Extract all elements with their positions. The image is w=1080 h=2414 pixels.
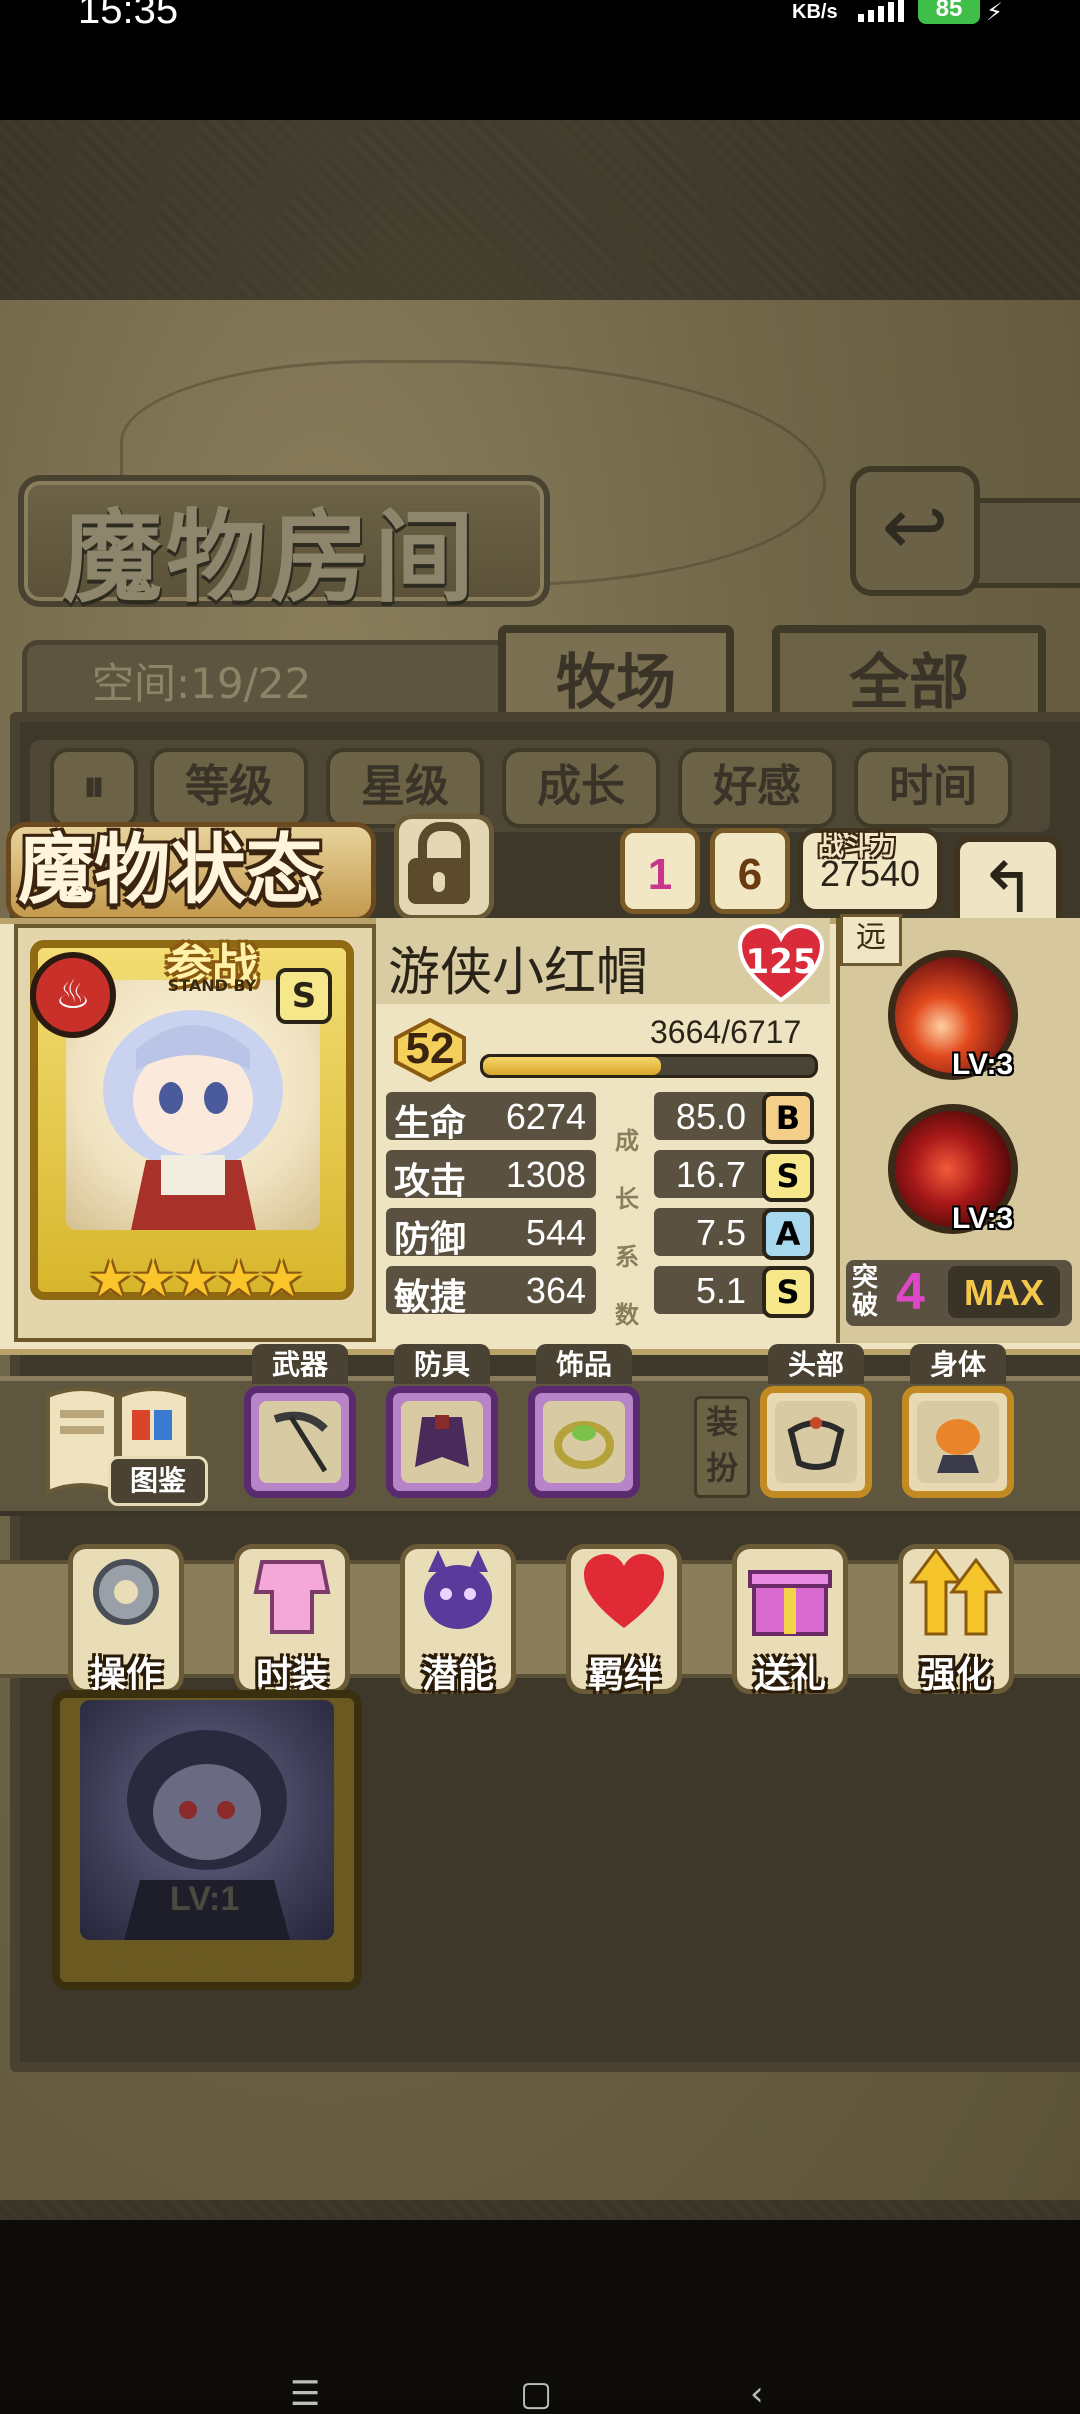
status-title: 魔物状态 bbox=[18, 825, 322, 914]
accessory-slot[interactable] bbox=[528, 1386, 640, 1498]
bond-value: 1 bbox=[620, 828, 700, 914]
stat-name: 防御 bbox=[394, 1218, 467, 1260]
header-strip bbox=[966, 498, 1080, 588]
demon-icon bbox=[424, 1550, 492, 1629]
pumpkin-icon bbox=[936, 1419, 980, 1473]
monster-list-level: LV:1 bbox=[170, 1880, 240, 1918]
stat-value: 1308 bbox=[505, 1154, 586, 1195]
return-icon[interactable]: ↩ bbox=[850, 466, 980, 596]
home-icon[interactable]: ▢ bbox=[520, 2374, 552, 2414]
fire-element-icon: ♨ bbox=[30, 952, 116, 1038]
armor-slot[interactable] bbox=[386, 1386, 498, 1498]
stat-row-attack: 攻击 1308 bbox=[386, 1150, 596, 1202]
head-slot-label: 头部 bbox=[768, 1344, 864, 1384]
recents-icon[interactable]: ☰ bbox=[290, 2374, 320, 2414]
breakthrough-value: 4 bbox=[896, 1263, 925, 1321]
star-rating: ★★★★★ bbox=[87, 1250, 304, 1308]
gear-icon bbox=[93, 1559, 159, 1625]
enhance-button[interactable]: 强化 bbox=[890, 1536, 1022, 1696]
outfit-button[interactable]: 时装 bbox=[226, 1536, 358, 1696]
space-counter: 空间:19/22 bbox=[92, 659, 312, 708]
upgrade-arrows-icon bbox=[909, 1547, 1003, 1636]
action-label: 羁绊 bbox=[587, 1654, 660, 1696]
growth-label-char: 系 bbox=[615, 1243, 639, 1271]
grade-badge: A bbox=[762, 1208, 814, 1260]
growth-label: 成 长 系 数 bbox=[612, 1112, 642, 1344]
body-slot[interactable] bbox=[902, 1386, 1014, 1498]
cloak-icon bbox=[415, 1415, 469, 1467]
stat-name: 敏捷 bbox=[394, 1276, 467, 1318]
monster-name: 游侠小红帽 bbox=[388, 943, 649, 1003]
weapon-slot[interactable] bbox=[244, 1386, 356, 1498]
grade-badge: S bbox=[762, 1266, 814, 1318]
growth-label-char: 长 bbox=[615, 1185, 639, 1213]
bond-button[interactable]: 羁绊 bbox=[558, 1536, 690, 1696]
stat-name: 攻击 bbox=[394, 1160, 467, 1202]
potential-value: 6 bbox=[710, 828, 790, 914]
sickle-icon bbox=[273, 1411, 328, 1473]
body-slot-label: 身体 bbox=[910, 1344, 1006, 1384]
lock-keyhole bbox=[433, 872, 445, 892]
action-label: 强化 bbox=[919, 1654, 992, 1696]
stat-value: 6274 bbox=[505, 1096, 586, 1137]
action-label: 送礼 bbox=[753, 1654, 826, 1696]
exp-text: 3664/6717 bbox=[650, 1014, 802, 1050]
action-label: 潜能 bbox=[421, 1654, 494, 1696]
combat-power-label: 战斗力 bbox=[818, 832, 897, 862]
exp-bar-fill bbox=[483, 1057, 661, 1075]
gift-button[interactable]: 送礼 bbox=[724, 1536, 856, 1696]
armor-slot-label: 防具 bbox=[394, 1344, 490, 1384]
growth-value: 7.5 bbox=[695, 1212, 746, 1253]
grade-badge: B bbox=[762, 1092, 814, 1144]
signal-icon bbox=[858, 0, 904, 22]
stat-value: 364 bbox=[525, 1270, 586, 1311]
stat-row-agility: 敏捷 364 bbox=[386, 1266, 596, 1318]
potential-button[interactable]: 潜能 bbox=[392, 1536, 524, 1696]
affection-value: 125 bbox=[745, 942, 817, 982]
headband-icon bbox=[787, 1417, 845, 1470]
growth-value: 16.7 bbox=[675, 1154, 746, 1195]
rank-badge: S bbox=[276, 968, 332, 1024]
hearts-icon bbox=[584, 1554, 664, 1628]
ring-icon bbox=[554, 1421, 614, 1469]
monster-level: 52 bbox=[405, 1024, 455, 1073]
charging-icon: ⚡ bbox=[986, 0, 1003, 26]
accessory-slot-label: 饰品 bbox=[536, 1344, 632, 1384]
outfit-icon bbox=[253, 1560, 331, 1634]
stat-name: 生命 bbox=[394, 1102, 467, 1144]
sort-time-button[interactable]: 时间 bbox=[854, 748, 1012, 828]
stat-row-defense: 防御 544 bbox=[386, 1208, 596, 1260]
weapon-slot-label: 武器 bbox=[252, 1344, 348, 1384]
growth-value: 85.0 bbox=[675, 1096, 746, 1137]
sort-affection-button[interactable]: 好感 bbox=[678, 748, 836, 828]
range-tag: 远 bbox=[840, 914, 902, 966]
monster-list-stars: ★★★★★ bbox=[103, 1930, 311, 1984]
status-time: 15:35 bbox=[78, 0, 179, 32]
head-slot[interactable] bbox=[760, 1386, 872, 1498]
growth-label-char: 成 bbox=[615, 1127, 639, 1155]
stat-row-hp: 生命 6274 bbox=[386, 1092, 596, 1144]
breakthrough-label: 突破 bbox=[852, 1263, 879, 1321]
back-nav-icon[interactable]: ‹ bbox=[750, 2374, 764, 2414]
skill-2-level: LV:3 bbox=[952, 1202, 1014, 1235]
growth-label-char: 数 bbox=[615, 1301, 639, 1329]
max-badge: MAX bbox=[948, 1266, 1060, 1318]
gift-icon bbox=[748, 1570, 832, 1636]
encyclopedia-button[interactable]: 图鉴 bbox=[108, 1456, 208, 1506]
battery-indicator: 85 bbox=[918, 0, 980, 24]
dressup-label: 装扮 bbox=[694, 1396, 750, 1498]
operate-button[interactable]: 操作 bbox=[60, 1536, 192, 1696]
skill-1-level: LV:3 bbox=[952, 1048, 1014, 1081]
sort-growth-button[interactable]: 成长 bbox=[502, 748, 660, 828]
navigation-bar bbox=[0, 2220, 1080, 2400]
grade-badge: S bbox=[762, 1150, 814, 1202]
room-title: 魔物房间 bbox=[62, 498, 478, 616]
stat-value: 544 bbox=[525, 1212, 586, 1253]
growth-value: 5.1 bbox=[695, 1270, 746, 1311]
network-speed: KB/s bbox=[792, 1, 838, 23]
